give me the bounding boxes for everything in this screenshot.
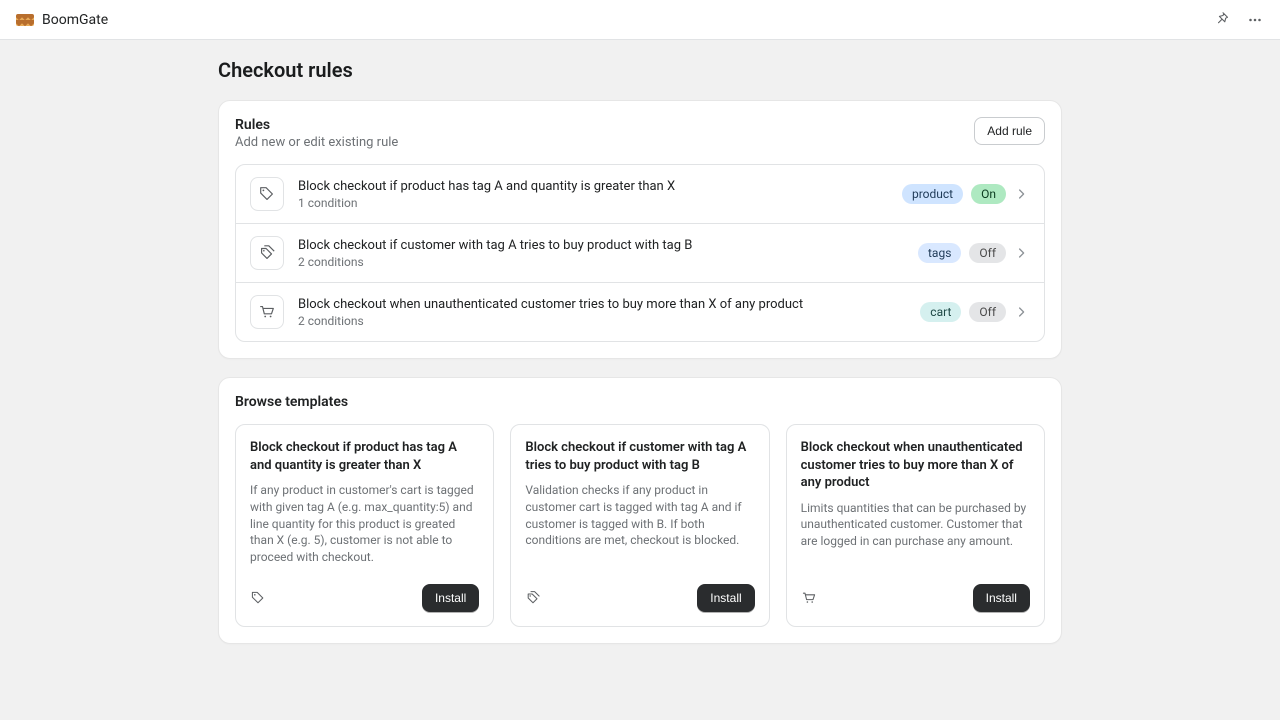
rule-status-badge: Off [969,243,1006,263]
rule-title: Block checkout when unauthenticated cust… [298,297,906,312]
rules-card: Rules Add new or edit existing rule Add … [218,100,1062,359]
template-title: Block checkout if customer with tag A tr… [525,439,754,474]
cart-icon [250,295,284,329]
template-title: Block checkout if product has tag A and … [250,439,479,474]
install-button[interactable]: Install [973,584,1030,612]
rule-tag-badge: tags [918,243,961,263]
template-card: Block checkout if product has tag A and … [235,424,494,627]
topbar-actions [1214,11,1264,29]
install-button[interactable]: Install [697,584,754,612]
templates-grid: Block checkout if product has tag A and … [235,424,1045,627]
rule-subtitle: 1 condition [298,196,888,210]
rule-row[interactable]: Block checkout if product has tag A and … [236,165,1044,223]
template-desc: Validation checks if any product in cust… [525,482,754,566]
rules-card-subtitle: Add new or edit existing rule [235,135,398,150]
rule-subtitle: 2 conditions [298,314,906,328]
templates-title: Browse templates [235,394,1045,410]
topbar: BoomGate [0,0,1280,40]
tag-icon [250,590,266,606]
template-title: Block checkout when unauthenticated cust… [801,439,1030,492]
rule-title: Block checkout if customer with tag A tr… [298,238,904,253]
brand-logo-icon [16,14,34,26]
page: Checkout rules Rules Add new or edit exi… [218,58,1062,644]
rule-tag-badge: product [902,184,963,204]
more-icon[interactable] [1246,11,1264,29]
tags-icon [525,590,541,606]
rule-right: cart Off [920,302,1030,322]
rule-right: tags Off [918,243,1030,263]
template-desc: Limits quantities that can be purchased … [801,500,1030,566]
template-desc: If any product in customer's cart is tag… [250,482,479,566]
rule-row[interactable]: Block checkout if customer with tag A tr… [236,223,1044,282]
rule-status-badge: Off [969,302,1006,322]
rule-text: Block checkout if customer with tag A tr… [298,238,904,269]
add-rule-button[interactable]: Add rule [974,117,1045,145]
pin-icon[interactable] [1214,11,1232,29]
rule-right: product On [902,184,1030,204]
install-button[interactable]: Install [422,584,479,612]
tags-icon [250,236,284,270]
templates-card: Browse templates Block checkout if produ… [218,377,1062,644]
chevron-right-icon [1014,245,1030,261]
app-name: BoomGate [42,12,108,28]
tag-icon [250,177,284,211]
brand: BoomGate [16,12,108,28]
rules-card-title: Rules [235,117,398,133]
template-card: Block checkout if customer with tag A tr… [510,424,769,627]
chevron-right-icon [1014,304,1030,320]
rules-list: Block checkout if product has tag A and … [235,164,1045,342]
rule-status-badge: On [971,184,1006,204]
cart-icon [801,590,817,606]
page-title: Checkout rules [218,58,1062,82]
template-footer: Install [525,584,754,612]
rule-row[interactable]: Block checkout when unauthenticated cust… [236,282,1044,341]
rule-tag-badge: cart [920,302,961,322]
template-footer: Install [801,584,1030,612]
rule-subtitle: 2 conditions [298,255,904,269]
rules-card-heading: Rules Add new or edit existing rule [235,117,398,150]
rule-text: Block checkout when unauthenticated cust… [298,297,906,328]
rule-text: Block checkout if product has tag A and … [298,179,888,210]
rule-title: Block checkout if product has tag A and … [298,179,888,194]
template-card: Block checkout when unauthenticated cust… [786,424,1045,627]
template-footer: Install [250,584,479,612]
chevron-right-icon [1014,186,1030,202]
rules-card-header: Rules Add new or edit existing rule Add … [235,117,1045,150]
